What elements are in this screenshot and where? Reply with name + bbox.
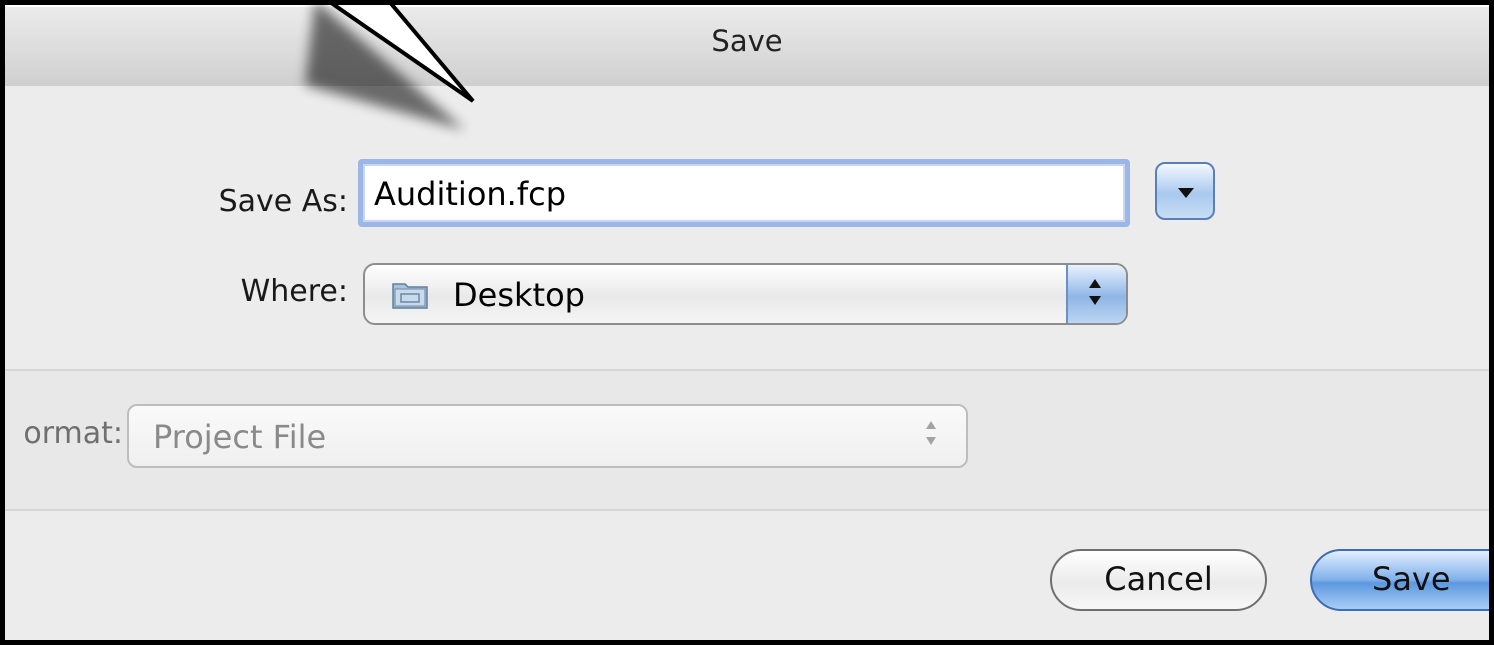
where-popup-button[interactable]: Desktop [363, 263, 1128, 325]
arrow-down-icon [1089, 296, 1101, 305]
format-value: Project File [153, 418, 327, 456]
save-button[interactable]: Save [1310, 549, 1489, 611]
cancel-button[interactable]: Cancel [1050, 549, 1267, 611]
where-label: Where: [240, 274, 348, 309]
where-stepper [1066, 265, 1126, 323]
arrow-down-icon [926, 437, 936, 445]
save-location-panel: Save As: Where: Desktop [5, 86, 1489, 371]
dialog-title: Save [711, 24, 783, 58]
folder-icon [392, 283, 428, 309]
save-as-field[interactable] [358, 159, 1130, 227]
format-panel: ormat: Project File [5, 371, 1489, 511]
up-down-arrows-icon [926, 421, 940, 451]
format-popup-button[interactable]: Project File [127, 404, 968, 468]
arrow-up-icon [926, 421, 936, 429]
button-bar: Cancel Save [5, 511, 1489, 640]
save-as-input[interactable] [374, 172, 1114, 216]
save-as-label: Save As: [218, 184, 348, 219]
arrow-up-icon [1089, 279, 1101, 288]
where-value: Desktop [453, 276, 585, 314]
format-label: ormat: [23, 416, 123, 451]
expand-browser-button[interactable] [1155, 162, 1215, 220]
disclosure-down-icon [1178, 188, 1194, 198]
save-dialog: Save Save As: Where: Desktop ormat: Pro [0, 0, 1494, 645]
title-bar: Save [5, 5, 1489, 88]
